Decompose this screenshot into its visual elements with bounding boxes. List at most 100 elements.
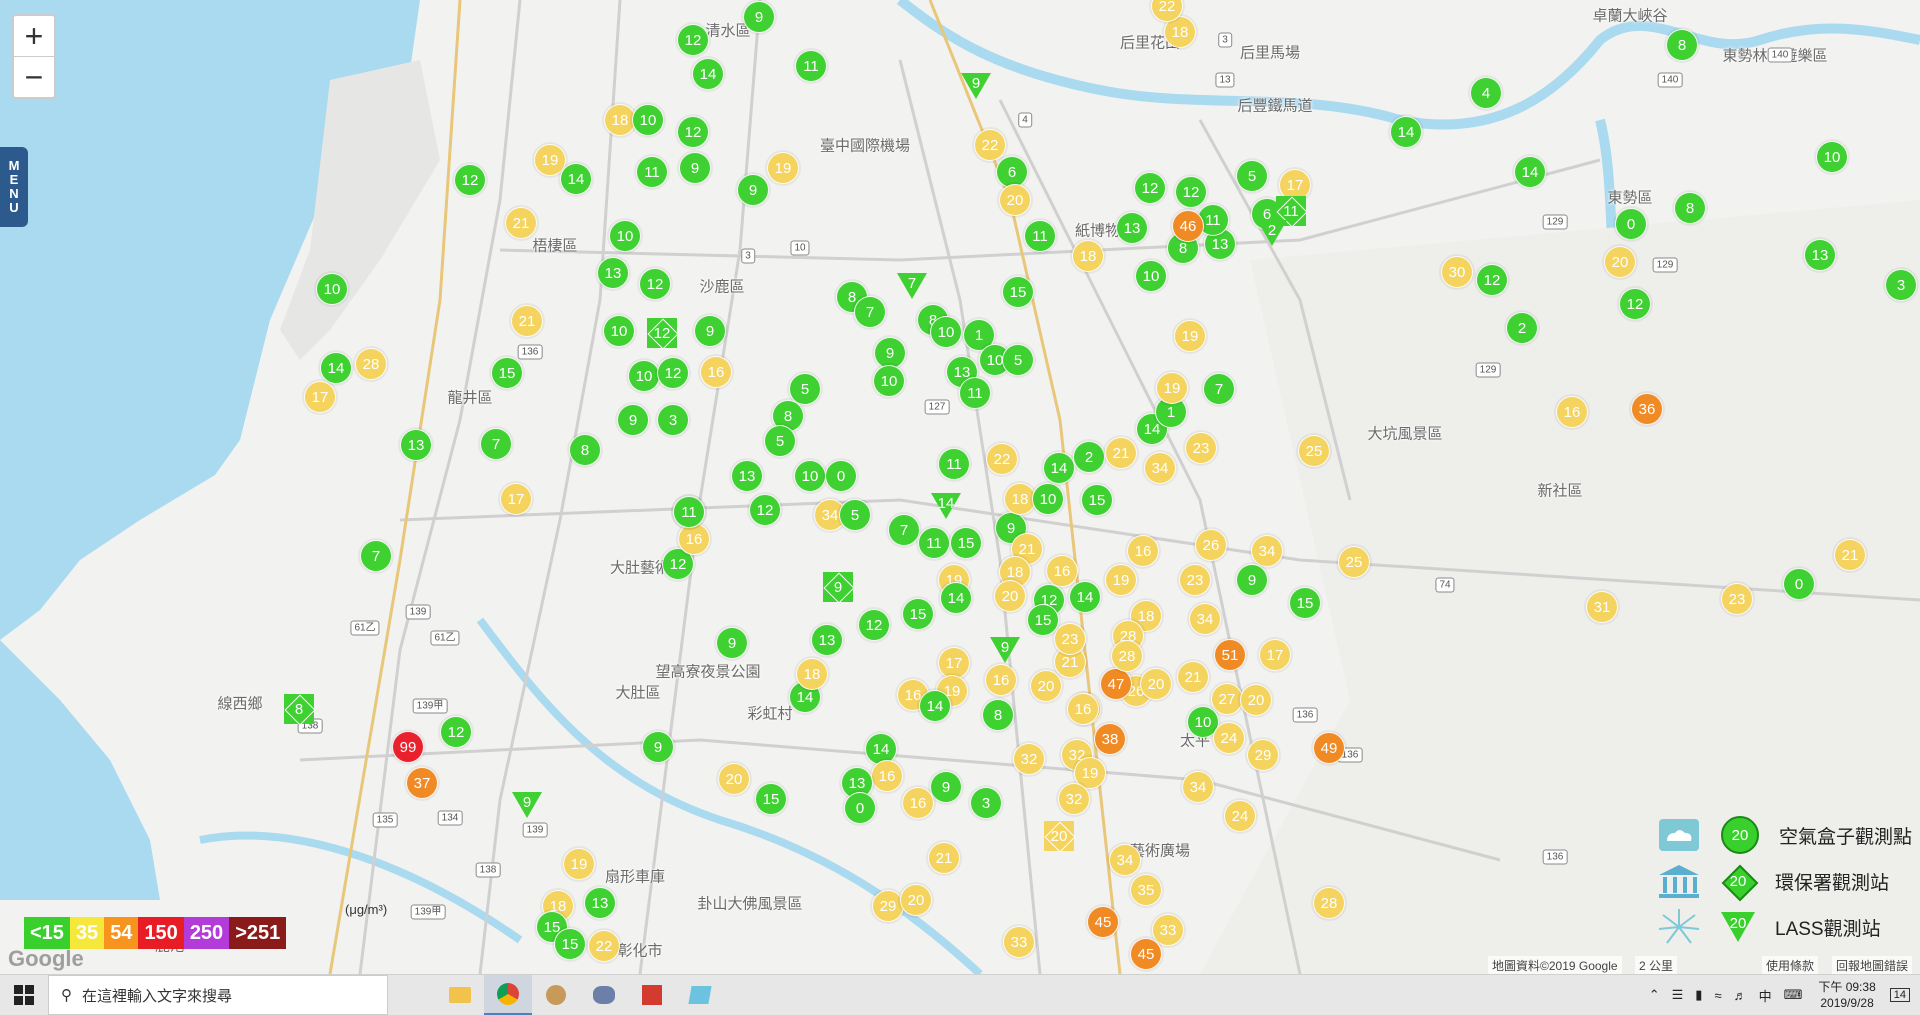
airbox-station-marker[interactable]: 45 — [1130, 938, 1162, 970]
airbox-station-marker[interactable]: 0 — [825, 460, 857, 492]
airbox-station-marker[interactable]: 14 — [1390, 116, 1422, 148]
airbox-station-marker[interactable]: 34 — [1182, 771, 1214, 803]
airbox-station-marker[interactable]: 20 — [999, 184, 1031, 216]
airbox-station-marker[interactable]: 7 — [480, 428, 512, 460]
airbox-station-marker[interactable]: 9 — [642, 731, 674, 763]
airbox-station-marker[interactable]: 2 — [1506, 312, 1538, 344]
airbox-station-marker[interactable]: 12 — [1175, 176, 1207, 208]
terms-link[interactable]: 使用條款 — [1762, 956, 1819, 974]
airbox-station-marker[interactable]: 99 — [392, 731, 424, 763]
airbox-station-marker[interactable]: 46 — [1172, 210, 1204, 242]
airbox-station-marker[interactable]: 15 — [554, 928, 586, 960]
airbox-station-marker[interactable]: 16 — [902, 787, 934, 819]
airbox-station-marker[interactable]: 24 — [1224, 800, 1256, 832]
airbox-station-marker[interactable]: 30 — [1441, 256, 1473, 288]
app-icon-4[interactable] — [580, 975, 628, 1015]
airbox-station-marker[interactable]: 18 — [1072, 240, 1104, 272]
airbox-station-marker[interactable]: 16 — [678, 523, 710, 555]
start-button[interactable] — [0, 975, 48, 1015]
scale-bar-label[interactable]: 2 公里 — [1635, 956, 1678, 974]
airbox-station-marker[interactable]: 15 — [1027, 604, 1059, 636]
airbox-station-marker[interactable]: 12 — [454, 164, 486, 196]
keyboard-icon[interactable]: ⌨ — [1784, 987, 1803, 1003]
airbox-station-marker[interactable]: 15 — [1289, 587, 1321, 619]
report-map-error-link[interactable]: 回報地圖錯誤 — [1832, 956, 1913, 974]
airbox-station-marker[interactable]: 15 — [1002, 276, 1034, 308]
airbox-station-marker[interactable]: 45 — [1087, 906, 1119, 938]
airbox-station-marker[interactable]: 24 — [1213, 722, 1245, 754]
airbox-station-marker[interactable]: 10 — [628, 360, 660, 392]
airbox-station-marker[interactable]: 10 — [930, 316, 962, 348]
airbox-station-marker[interactable]: 7 — [854, 296, 886, 328]
airbox-station-marker[interactable]: 23 — [1721, 583, 1753, 615]
taskbar-search-box[interactable]: ⚲ 在這裡輸入文字來搜尋 — [48, 975, 388, 1015]
airbox-station-marker[interactable]: 10 — [1135, 260, 1167, 292]
airbox-station-marker[interactable]: 13 — [584, 887, 616, 919]
airbox-station-marker[interactable]: 8 — [1666, 29, 1698, 61]
airbox-station-marker[interactable]: 13 — [1116, 212, 1148, 244]
airbox-station-marker[interactable]: 32 — [1013, 743, 1045, 775]
airbox-station-marker[interactable]: 12 — [1134, 172, 1166, 204]
airbox-station-marker[interactable]: 13 — [597, 257, 629, 289]
airbox-station-marker[interactable]: 18 — [796, 658, 828, 690]
lass-station-marker[interactable]: 9 — [990, 635, 1020, 665]
airbox-station-marker[interactable]: 11 — [795, 50, 827, 82]
airbox-station-marker[interactable]: 34 — [1109, 844, 1141, 876]
airbox-station-marker[interactable]: 16 — [700, 356, 732, 388]
airbox-station-marker[interactable]: 11 — [673, 496, 705, 528]
airbox-station-marker[interactable]: 36 — [1631, 393, 1663, 425]
airbox-station-marker[interactable]: 12 — [1619, 288, 1651, 320]
airbox-station-marker[interactable]: 15 — [491, 357, 523, 389]
chrome-icon[interactable] — [484, 975, 532, 1015]
airbox-station-marker[interactable]: 10 — [316, 273, 348, 305]
airbox-station-marker[interactable]: 11 — [938, 448, 970, 480]
app-icon-6[interactable] — [676, 975, 724, 1015]
airbox-station-marker[interactable]: 34 — [1189, 603, 1221, 635]
airbox-station-marker[interactable]: 14 — [1069, 581, 1101, 613]
airbox-station-marker[interactable]: 5 — [764, 425, 796, 457]
paint-icon[interactable] — [532, 975, 580, 1015]
airbox-station-marker[interactable]: 14 — [1043, 452, 1075, 484]
airbox-station-marker[interactable]: 3 — [657, 404, 689, 436]
airbox-station-marker[interactable]: 9 — [737, 174, 769, 206]
sketchup-icon[interactable] — [628, 975, 676, 1015]
airbox-station-marker[interactable]: 12 — [657, 357, 689, 389]
airbox-station-marker[interactable]: 23 — [1054, 623, 1086, 655]
airbox-station-marker[interactable]: 11 — [1024, 220, 1056, 252]
airbox-station-marker[interactable]: 14 — [692, 58, 724, 90]
airbox-station-marker[interactable]: 21 — [1177, 661, 1209, 693]
airbox-station-marker[interactable]: 21 — [1834, 539, 1866, 571]
airbox-station-marker[interactable]: 20 — [994, 580, 1026, 612]
airbox-station-marker[interactable]: 14 — [560, 163, 592, 195]
airbox-station-marker[interactable]: 13 — [400, 429, 432, 461]
airbox-station-marker[interactable]: 10 — [794, 460, 826, 492]
volume-icon[interactable]: ♬ — [1734, 988, 1747, 1003]
airbox-station-marker[interactable]: 0 — [1615, 208, 1647, 240]
airbox-station-marker[interactable]: 10 — [603, 315, 635, 347]
airbox-station-marker[interactable]: 33 — [1152, 914, 1184, 946]
airbox-station-marker[interactable]: 9 — [679, 152, 711, 184]
network-icon[interactable]: ☰ — [1672, 987, 1684, 1003]
menu-toggle-button[interactable]: M E N U — [0, 147, 28, 227]
lass-station-marker[interactable]: 14 — [931, 491, 961, 521]
airbox-station-marker[interactable]: 4 — [1470, 77, 1502, 109]
airbox-station-marker[interactable]: 22 — [986, 443, 1018, 475]
lass-station-marker[interactable]: 9 — [512, 790, 542, 820]
airbox-station-marker[interactable]: 9 — [930, 771, 962, 803]
airbox-station-marker[interactable]: 38 — [1094, 723, 1126, 755]
airbox-station-marker[interactable]: 15 — [1081, 484, 1113, 516]
airbox-station-marker[interactable]: 19 — [1105, 564, 1137, 596]
airbox-station-marker[interactable]: 7 — [360, 540, 392, 572]
airbox-station-marker[interactable]: 9 — [617, 404, 649, 436]
airbox-station-marker[interactable]: 16 — [1556, 396, 1588, 428]
air-quality-map[interactable]: 清水區后里花田后里馬場后豐鐵馬道卓蘭大峽谷東勢林場遊樂區東勢區梧棲區沙鹿區龍井區… — [0, 0, 1920, 974]
airbox-station-marker[interactable]: 15 — [902, 598, 934, 630]
airbox-station-marker[interactable]: 16 — [871, 760, 903, 792]
airbox-station-marker[interactable]: 16 — [1046, 555, 1078, 587]
epa-station-marker[interactable]: 9 — [823, 572, 853, 602]
airbox-station-marker[interactable]: 15 — [755, 783, 787, 815]
airbox-station-marker[interactable]: 13 — [1804, 239, 1836, 271]
airbox-station-marker[interactable]: 28 — [355, 348, 387, 380]
zoom-in-button[interactable]: + — [14, 16, 54, 57]
airbox-station-marker[interactable]: 7 — [888, 514, 920, 546]
